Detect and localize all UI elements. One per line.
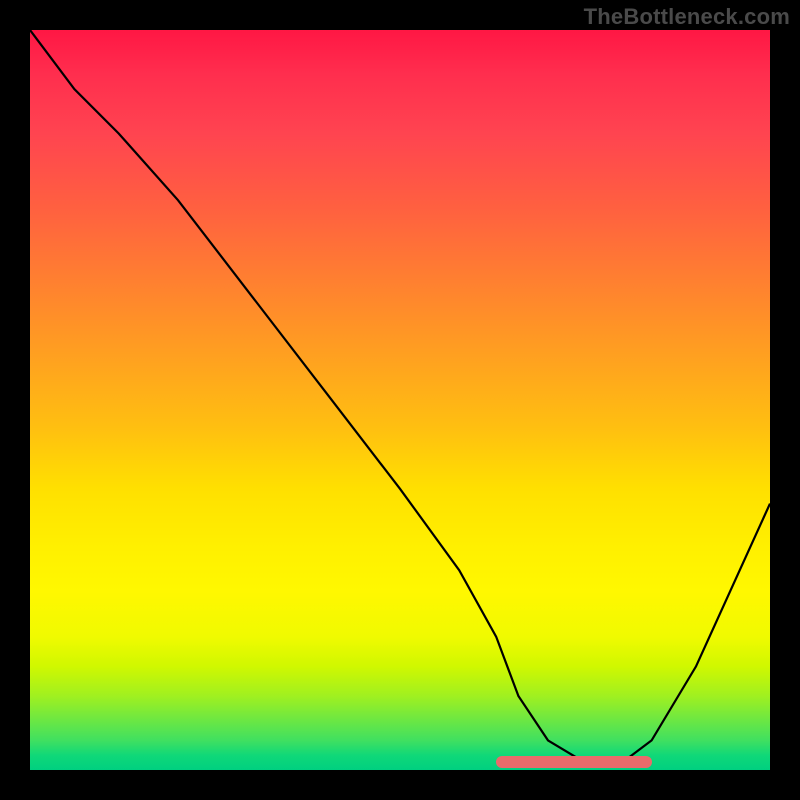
curve-svg <box>30 30 770 770</box>
bottleneck-curve-path <box>30 30 770 763</box>
chart-frame: TheBottleneck.com <box>0 0 800 800</box>
optimal-range-highlight <box>496 756 651 768</box>
plot-area <box>30 30 770 770</box>
watermark-text: TheBottleneck.com <box>584 4 790 30</box>
